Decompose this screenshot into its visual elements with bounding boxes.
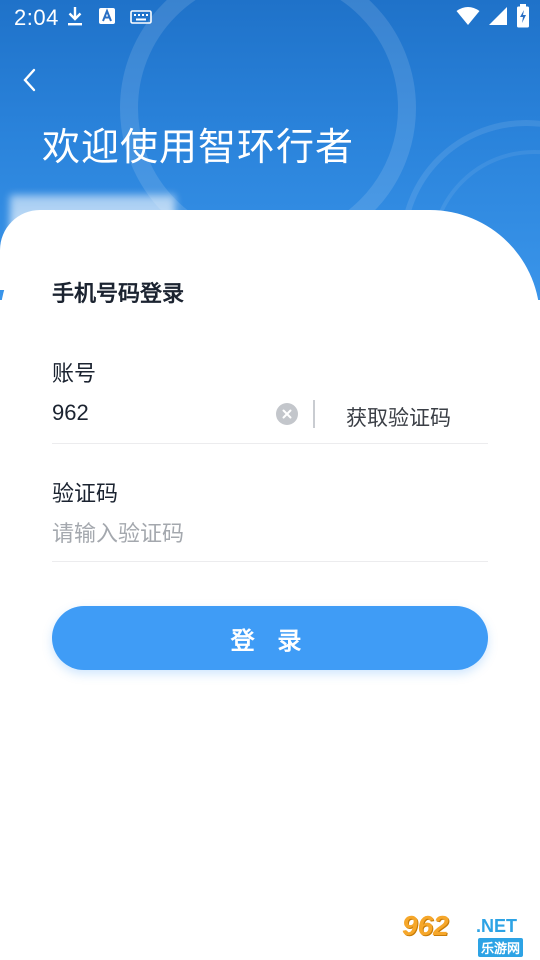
login-card <box>0 210 540 960</box>
login-screen: 2:04 欢迎使用智环行者 手机号码登录 账号 962 获取验证码 验证码 请输… <box>0 0 540 960</box>
code-underline <box>52 561 488 562</box>
watermark-logo: 962 .NET 乐游网 <box>398 908 536 957</box>
status-notification-icons <box>66 6 152 30</box>
status-bar: 2:04 <box>0 0 540 36</box>
page-title: 欢迎使用智环行者 <box>42 125 355 169</box>
download-icon <box>66 5 84 32</box>
field-divider <box>313 400 315 428</box>
watermark-suffix: .NET <box>476 916 518 936</box>
code-input[interactable] <box>52 516 452 552</box>
watermark-digits: 962 <box>402 910 449 941</box>
account-input[interactable]: 962 <box>52 400 89 426</box>
code-label: 验证码 <box>52 482 119 507</box>
clear-account-button[interactable] <box>276 403 298 425</box>
status-time: 2:04 <box>14 5 59 30</box>
signal-icon <box>488 6 508 31</box>
status-system-icons <box>456 3 530 33</box>
text-a-icon <box>98 6 116 30</box>
get-code-button[interactable]: 获取验证码 <box>346 402 451 432</box>
chevron-left-icon <box>22 67 38 97</box>
back-button[interactable] <box>14 64 46 100</box>
clear-circle-icon <box>281 405 293 424</box>
login-button[interactable]: 登 录 <box>52 606 488 670</box>
account-label: 账号 <box>52 362 97 387</box>
account-underline <box>52 443 488 444</box>
wifi-icon <box>456 6 480 31</box>
battery-charging-icon <box>516 3 530 33</box>
watermark-subtitle: 乐游网 <box>478 938 524 957</box>
keyboard-icon <box>130 6 152 30</box>
form-title: 手机号码登录 <box>52 282 185 307</box>
